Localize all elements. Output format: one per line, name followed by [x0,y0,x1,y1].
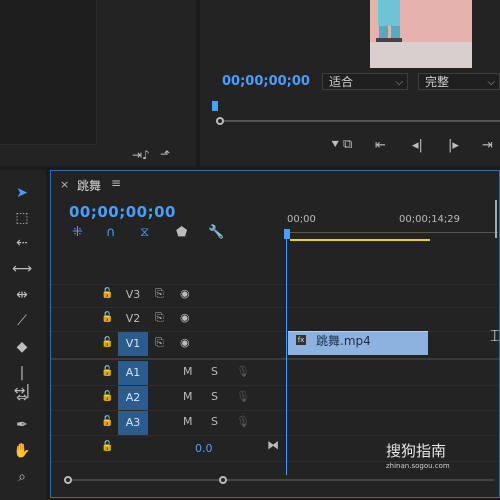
fit-dropdown-value: 适合 [329,75,354,89]
lock-icon[interactable]: 🔓 [101,366,113,377]
rolling-edit-tool-icon[interactable]: ⟷ [12,260,32,278]
track-name-v1[interactable]: V1 [118,332,148,356]
source-preview-area [0,0,97,145]
master-end-icon[interactable]: ⧓ [267,438,279,452]
tools-panel: ➤ ⬚ ⇠ ⟷ ⇹ ⟋ ◆ |↔| ⇔ ✒ ✋ ⌕ [0,170,46,500]
microphone-icon[interactable]: 🎙 [236,415,250,428]
program-timecode[interactable]: 00;00;00;00 [222,74,310,89]
dancer-figure [370,0,472,68]
scrub-handle[interactable] [216,117,224,125]
program-video-frame [370,0,472,68]
mouse-cursor-icon: ⌶ [490,326,500,345]
eye-icon[interactable]: ◉ [180,311,190,324]
solo-button[interactable]: S [211,415,218,428]
solo-button[interactable]: S [211,365,218,378]
hand-cursor-tool-icon[interactable]: ⇔ [12,389,32,407]
track-name-v3[interactable]: V3 [118,283,148,307]
lock-icon[interactable]: 🔓 [101,441,113,452]
clip-label: 跳舞.mp4 [316,334,371,348]
quality-dropdown-value: 完整 [425,75,450,89]
razor-tool-icon[interactable]: ⟋ [12,312,32,330]
ripple-edit-tool-icon[interactable]: ⇠ [12,234,32,252]
panel-menu-icon[interactable]: ≡ [111,176,121,190]
ruler-label-start: 00;00 [287,214,316,225]
sync-lock-icon[interactable]: ⎘ [155,311,164,325]
lock-icon[interactable]: 🔓 [101,391,113,402]
zoom-tool-icon[interactable]: ⌕ [12,468,32,486]
mute-button[interactable]: M [183,415,193,428]
sync-lock-icon[interactable]: ⎘ [155,336,164,350]
source-monitor-panel: ⇥♪ ⬏ [0,0,196,166]
slide-tool-icon[interactable]: |↔| [12,364,32,399]
insert-icon[interactable]: ⇥♪ [132,148,150,162]
linked-selection-icon[interactable]: ⧖ [140,225,149,240]
mute-button[interactable]: M [183,390,193,403]
rate-stretch-tool-icon[interactable]: ⇹ [12,286,32,304]
pen-tool-icon[interactable]: ✒ [12,416,32,434]
watermark-text: 搜狗指南 [386,442,447,460]
wrench-icon[interactable]: 🔧 [208,225,224,240]
scroll-end-handle[interactable] [219,476,227,484]
add-marker-icon[interactable]: ⬟ [176,225,187,240]
watermark-logo: 搜狗指南 zhinan.sogou.com [386,440,496,470]
step-back-icon[interactable]: ◂| [412,138,423,153]
slip-tool-icon[interactable]: ◆ [12,338,32,356]
lift-icon[interactable]: ⯆ [330,138,340,153]
export-frame-icon[interactable]: ⬏ [160,147,170,161]
hand-tool-icon[interactable]: ✋ [12,442,32,460]
chevron-down-icon: ⌵ [395,77,403,88]
track-header-v1[interactable]: 🔓 V1 ⎘ ◉ [51,332,287,356]
track-select-tool-icon[interactable]: ⬚ [12,209,32,227]
ruler-label-end: 00;00;14;29 [399,214,461,225]
watermark-subtext: zhinan.sogou.com [386,462,450,470]
close-tab-button[interactable]: × [60,178,69,191]
eye-icon[interactable]: ◉ [180,336,190,349]
track-name-v2[interactable]: V2 [118,307,148,331]
track-header-v3[interactable]: 🔓 V3 ⎘ ◉ [51,283,287,307]
timeline-tab-title[interactable]: 跳舞 [77,177,101,194]
timeline-playhead-marker[interactable] [284,229,290,239]
selection-tool-icon[interactable]: ➤ [12,184,32,202]
program-playhead-marker[interactable] [212,101,218,111]
go-to-out-icon[interactable]: ⇥ [482,138,493,153]
time-ruler[interactable] [287,232,498,239]
track-header-a3[interactable]: 🔓 A3 M S 🎙 [51,411,287,435]
nest-sequence-icon[interactable]: ⁜ [72,225,83,240]
timeline-horizontal-scrollbar[interactable] [64,479,494,481]
video-audio-divider[interactable] [51,358,499,360]
extract-icon[interactable]: ⧉ [343,137,352,152]
mute-button[interactable]: M [183,365,193,378]
master-volume-value[interactable]: 0.0 [195,442,213,455]
track-name-a2[interactable]: A2 [118,386,148,410]
solo-button[interactable]: S [211,390,218,403]
timeline-playhead-line[interactable] [286,230,287,475]
lock-icon[interactable]: 🔓 [101,288,113,299]
timeline-zoom-handle[interactable] [495,200,497,238]
sync-lock-icon[interactable]: ⎘ [155,287,164,301]
microphone-icon[interactable]: 🎙 [236,365,250,378]
program-scrub-bar[interactable] [220,120,500,122]
chevron-down-icon: ⌵ [487,77,495,88]
eye-icon[interactable]: ◉ [180,287,190,300]
track-name-a3[interactable]: A3 [118,411,148,435]
go-to-in-icon[interactable]: ⇤ [375,138,386,153]
quality-dropdown[interactable]: 完整 ⌵ [418,73,500,90]
track-header-v2[interactable]: 🔓 V2 ⎘ ◉ [51,307,287,331]
track-header-a1[interactable]: 🔓 A1 M S 🎙 [51,361,287,385]
track-header-master[interactable]: 🔓 0.0 ⧓ [51,436,287,460]
scroll-start-handle[interactable] [64,476,72,484]
track-header-a2[interactable]: 🔓 A2 M S 🎙 [51,386,287,410]
lock-icon[interactable]: 🔓 [101,416,113,427]
fit-dropdown[interactable]: 适合 ⌵ [322,73,408,90]
lock-icon[interactable]: 🔓 [101,312,113,323]
microphone-icon[interactable]: 🎙 [236,390,250,403]
timeline-timecode[interactable]: 00;00;00;00 [69,203,176,221]
lock-icon[interactable]: 🔓 [101,337,113,348]
step-forward-icon[interactable]: |▸ [448,138,459,153]
snap-icon[interactable]: ∩ [106,225,116,240]
track-name-a1[interactable]: A1 [118,361,148,385]
fx-badge: fx [296,335,306,345]
work-area-bar[interactable] [290,239,430,241]
